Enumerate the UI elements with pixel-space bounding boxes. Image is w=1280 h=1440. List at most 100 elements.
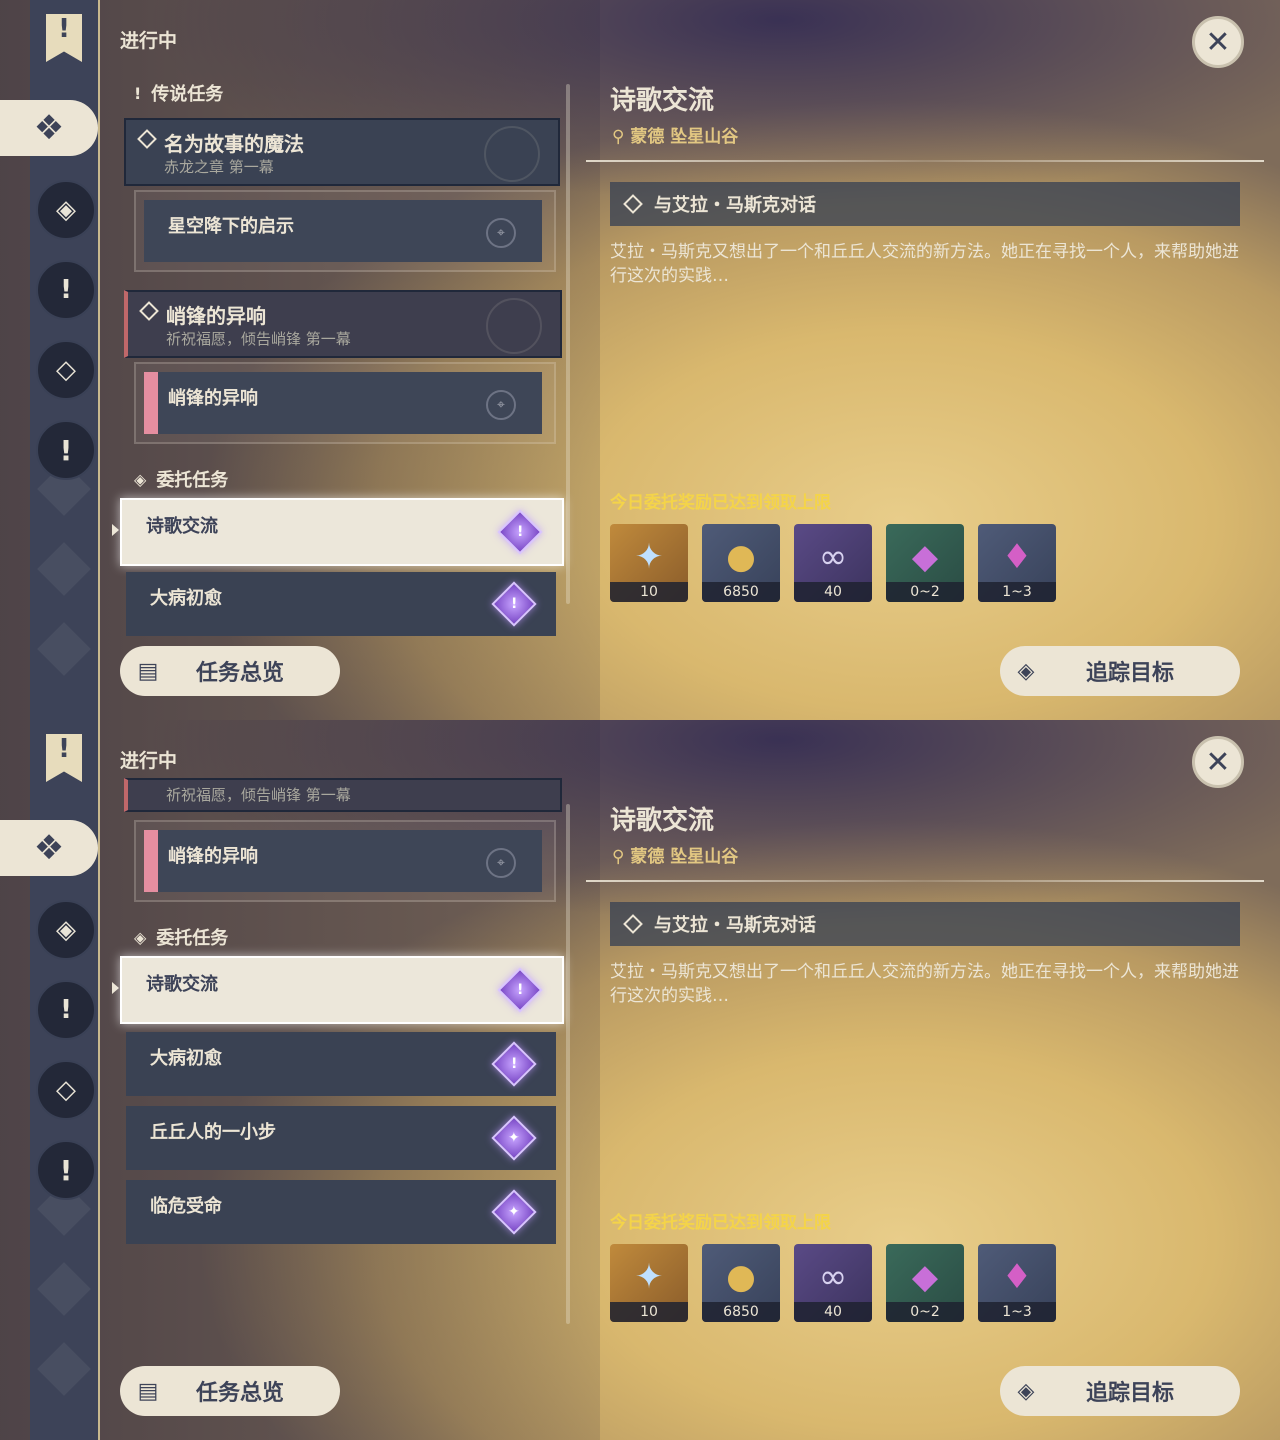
reward-list: ✦ 10 ● 6850 ∞ 40 ◆ 0~2 ♦ 1~3 — [610, 1244, 1056, 1322]
quest-location: ⚲ 蒙德 坠星山谷 — [612, 127, 739, 147]
selected-arrow-icon — [112, 524, 119, 536]
map-pin-icon[interactable]: ⌖ — [486, 218, 516, 248]
overview-button[interactable]: ▤ 任务总览 — [120, 1366, 340, 1416]
reward-item[interactable]: ● 6850 — [702, 1244, 780, 1322]
friendship-exp-icon: ∞ — [818, 1257, 848, 1297]
crystal-cluster-icon: ♦ — [1001, 1257, 1033, 1297]
quest-objective: 与艾拉・马斯克对话 — [610, 902, 1240, 946]
quest-step-item[interactable]: 星空降下的启示 ⌖ — [144, 200, 542, 262]
quest-title: 诗歌交流 — [610, 806, 715, 836]
objective-diamond-icon — [623, 194, 643, 214]
track-diamond-icon: ◈ — [1017, 1378, 1035, 1404]
track-button[interactable]: ◈ 追踪目标 — [1000, 646, 1240, 696]
crystal-chunk-icon: ◆ — [911, 1257, 939, 1297]
objective-diamond-icon — [623, 914, 643, 934]
track-button[interactable]: ◈ 追踪目标 — [1000, 1366, 1240, 1416]
commission-icon: ! — [59, 433, 73, 467]
commission-item[interactable]: 诗歌交流 ! — [120, 498, 564, 566]
story-quest-icon: ! — [60, 275, 72, 305]
overview-icon: ▤ — [137, 658, 159, 684]
quest-description: 艾拉・马斯克又想出了一个和丘丘人交流的新方法。她正在寻找一个人，来帮助她进行这次… — [610, 242, 1239, 286]
crystal-chunk-icon: ◆ — [911, 537, 939, 577]
mora-icon: ● — [726, 537, 756, 577]
commission-gem-icon: ✦ — [491, 1115, 537, 1161]
map-pin-icon[interactable]: ⌖ — [486, 390, 516, 420]
quest-title: 诗歌交流 — [610, 86, 715, 116]
reward-item[interactable]: ✦ 10 — [610, 1244, 688, 1322]
reward-item[interactable]: ● 6850 — [702, 524, 780, 602]
list-scrollbar[interactable] — [566, 84, 570, 604]
quest-diamond-icon — [137, 129, 157, 149]
map-pin-icon[interactable]: ⌖ — [486, 848, 516, 878]
quest-step-item[interactable]: 峭锋的异响 ⌖ — [144, 830, 542, 892]
tab-commissions[interactable]: ! — [36, 1140, 96, 1200]
close-icon: ✕ — [1205, 744, 1231, 780]
location-pin-icon: ⚲ — [612, 127, 631, 147]
selected-arrow-icon — [112, 982, 119, 994]
tracked-indicator — [144, 372, 158, 434]
divider — [586, 160, 1264, 162]
quest-emblem-icon — [484, 126, 540, 182]
reward-limit-notice: 今日委托奖励已达到领取上限 — [610, 1213, 831, 1233]
commission-item[interactable]: 丘丘人的一小步 ✦ — [126, 1106, 556, 1170]
commission-item[interactable]: 大病初愈 ! — [126, 572, 556, 636]
tracked-indicator — [144, 830, 158, 892]
quest-step-frame: 峭锋的异响 ⌖ — [134, 820, 556, 902]
world-quest-icon: ◇ — [56, 1075, 76, 1105]
tab-world-quests[interactable]: ◇ — [36, 340, 96, 400]
legend-quest-card-partial[interactable]: 祈祝福愿，倾告峭锋 第一幕 — [124, 778, 562, 812]
quest-screen-2: ! ❖ ◈ ! ◇ ! 进行中 祈祝福愿，倾告峭锋 第一幕 峭锋的异响 ⌖ ◈ … — [0, 720, 1280, 1440]
commission-section-header: ◈ 委托任务 — [134, 469, 229, 492]
quest-objective: 与艾拉・马斯克对话 — [610, 182, 1240, 226]
tab-archon-quests[interactable]: ◈ — [36, 900, 96, 960]
commission-section-icon: ◈ — [134, 469, 147, 489]
primogem-icon: ✦ — [634, 537, 664, 577]
tab-world-quests[interactable]: ◇ — [36, 1060, 96, 1120]
commission-item[interactable]: 临危受命 ✦ — [126, 1180, 556, 1244]
quest-step-item[interactable]: 峭锋的异响 ⌖ — [144, 372, 542, 434]
mora-icon: ● — [726, 1257, 756, 1297]
tab-all-quests[interactable]: ❖ — [0, 100, 98, 156]
reward-item[interactable]: ∞ 40 — [794, 1244, 872, 1322]
story-quest-icon: ! — [60, 995, 72, 1025]
reward-list: ✦ 10 ● 6850 ∞ 40 ◆ 0~2 ♦ 1~3 — [610, 524, 1056, 602]
tab-all-quests[interactable]: ❖ — [0, 820, 98, 876]
tab-story-quests[interactable]: ! — [36, 260, 96, 320]
reward-item[interactable]: ✦ 10 — [610, 524, 688, 602]
legend-quest-card[interactable]: 名为故事的魔法 赤龙之章 第一幕 — [124, 118, 560, 186]
overview-button[interactable]: ▤ 任务总览 — [120, 646, 340, 696]
category-rail: ! ❖ ◈ ! ◇ ! — [0, 0, 100, 720]
reward-item[interactable]: ∞ 40 — [794, 524, 872, 602]
commission-gem-icon: ✦ — [491, 1189, 537, 1235]
quest-screen-1: ! ❖ ◈ ! ◇ ! 进行中 ! 传说任务 名为故事的魔法 赤龙之章 第一幕 … — [0, 0, 1280, 720]
reward-item[interactable]: ◆ 0~2 — [886, 524, 964, 602]
quest-emblem-icon — [486, 298, 542, 354]
commission-item[interactable]: 大病初愈 ! — [126, 1032, 556, 1096]
all-quests-icon: ❖ — [33, 108, 65, 148]
legend-quest-card[interactable]: 峭锋的异响 祈祝福愿，倾告峭锋 第一幕 — [124, 290, 562, 358]
overview-icon: ▤ — [137, 1378, 159, 1404]
primogem-icon: ✦ — [634, 1257, 664, 1297]
list-scrollbar[interactable] — [566, 804, 570, 1324]
close-button[interactable]: ✕ — [1192, 16, 1244, 68]
category-rail: ! ❖ ◈ ! ◇ ! — [0, 720, 100, 1440]
commission-item[interactable]: 诗歌交流 ! — [120, 956, 564, 1024]
reward-item[interactable]: ♦ 1~3 — [978, 1244, 1056, 1322]
status-label: 进行中 — [120, 30, 178, 52]
commission-section-header: ◈ 委托任务 — [134, 927, 229, 950]
tab-story-quests[interactable]: ! — [36, 980, 96, 1040]
quest-step-frame: 星空降下的启示 ⌖ — [134, 190, 556, 272]
legend-quest-icon: ! — [134, 83, 142, 103]
archon-quest-icon: ◈ — [56, 195, 76, 225]
legend-section-header: ! 传说任务 — [134, 83, 224, 106]
tab-archon-quests[interactable]: ◈ — [36, 180, 96, 240]
quest-step-frame: 峭锋的异响 ⌖ — [134, 362, 556, 444]
quest-location: ⚲ 蒙德 坠星山谷 — [612, 847, 739, 867]
close-button[interactable]: ✕ — [1192, 736, 1244, 788]
reward-item[interactable]: ♦ 1~3 — [978, 524, 1056, 602]
crystal-cluster-icon: ♦ — [1001, 537, 1033, 577]
location-pin-icon: ⚲ — [612, 847, 631, 867]
tab-commissions[interactable]: ! — [36, 420, 96, 480]
reward-item[interactable]: ◆ 0~2 — [886, 1244, 964, 1322]
commission-gem-icon: ! — [497, 509, 543, 555]
